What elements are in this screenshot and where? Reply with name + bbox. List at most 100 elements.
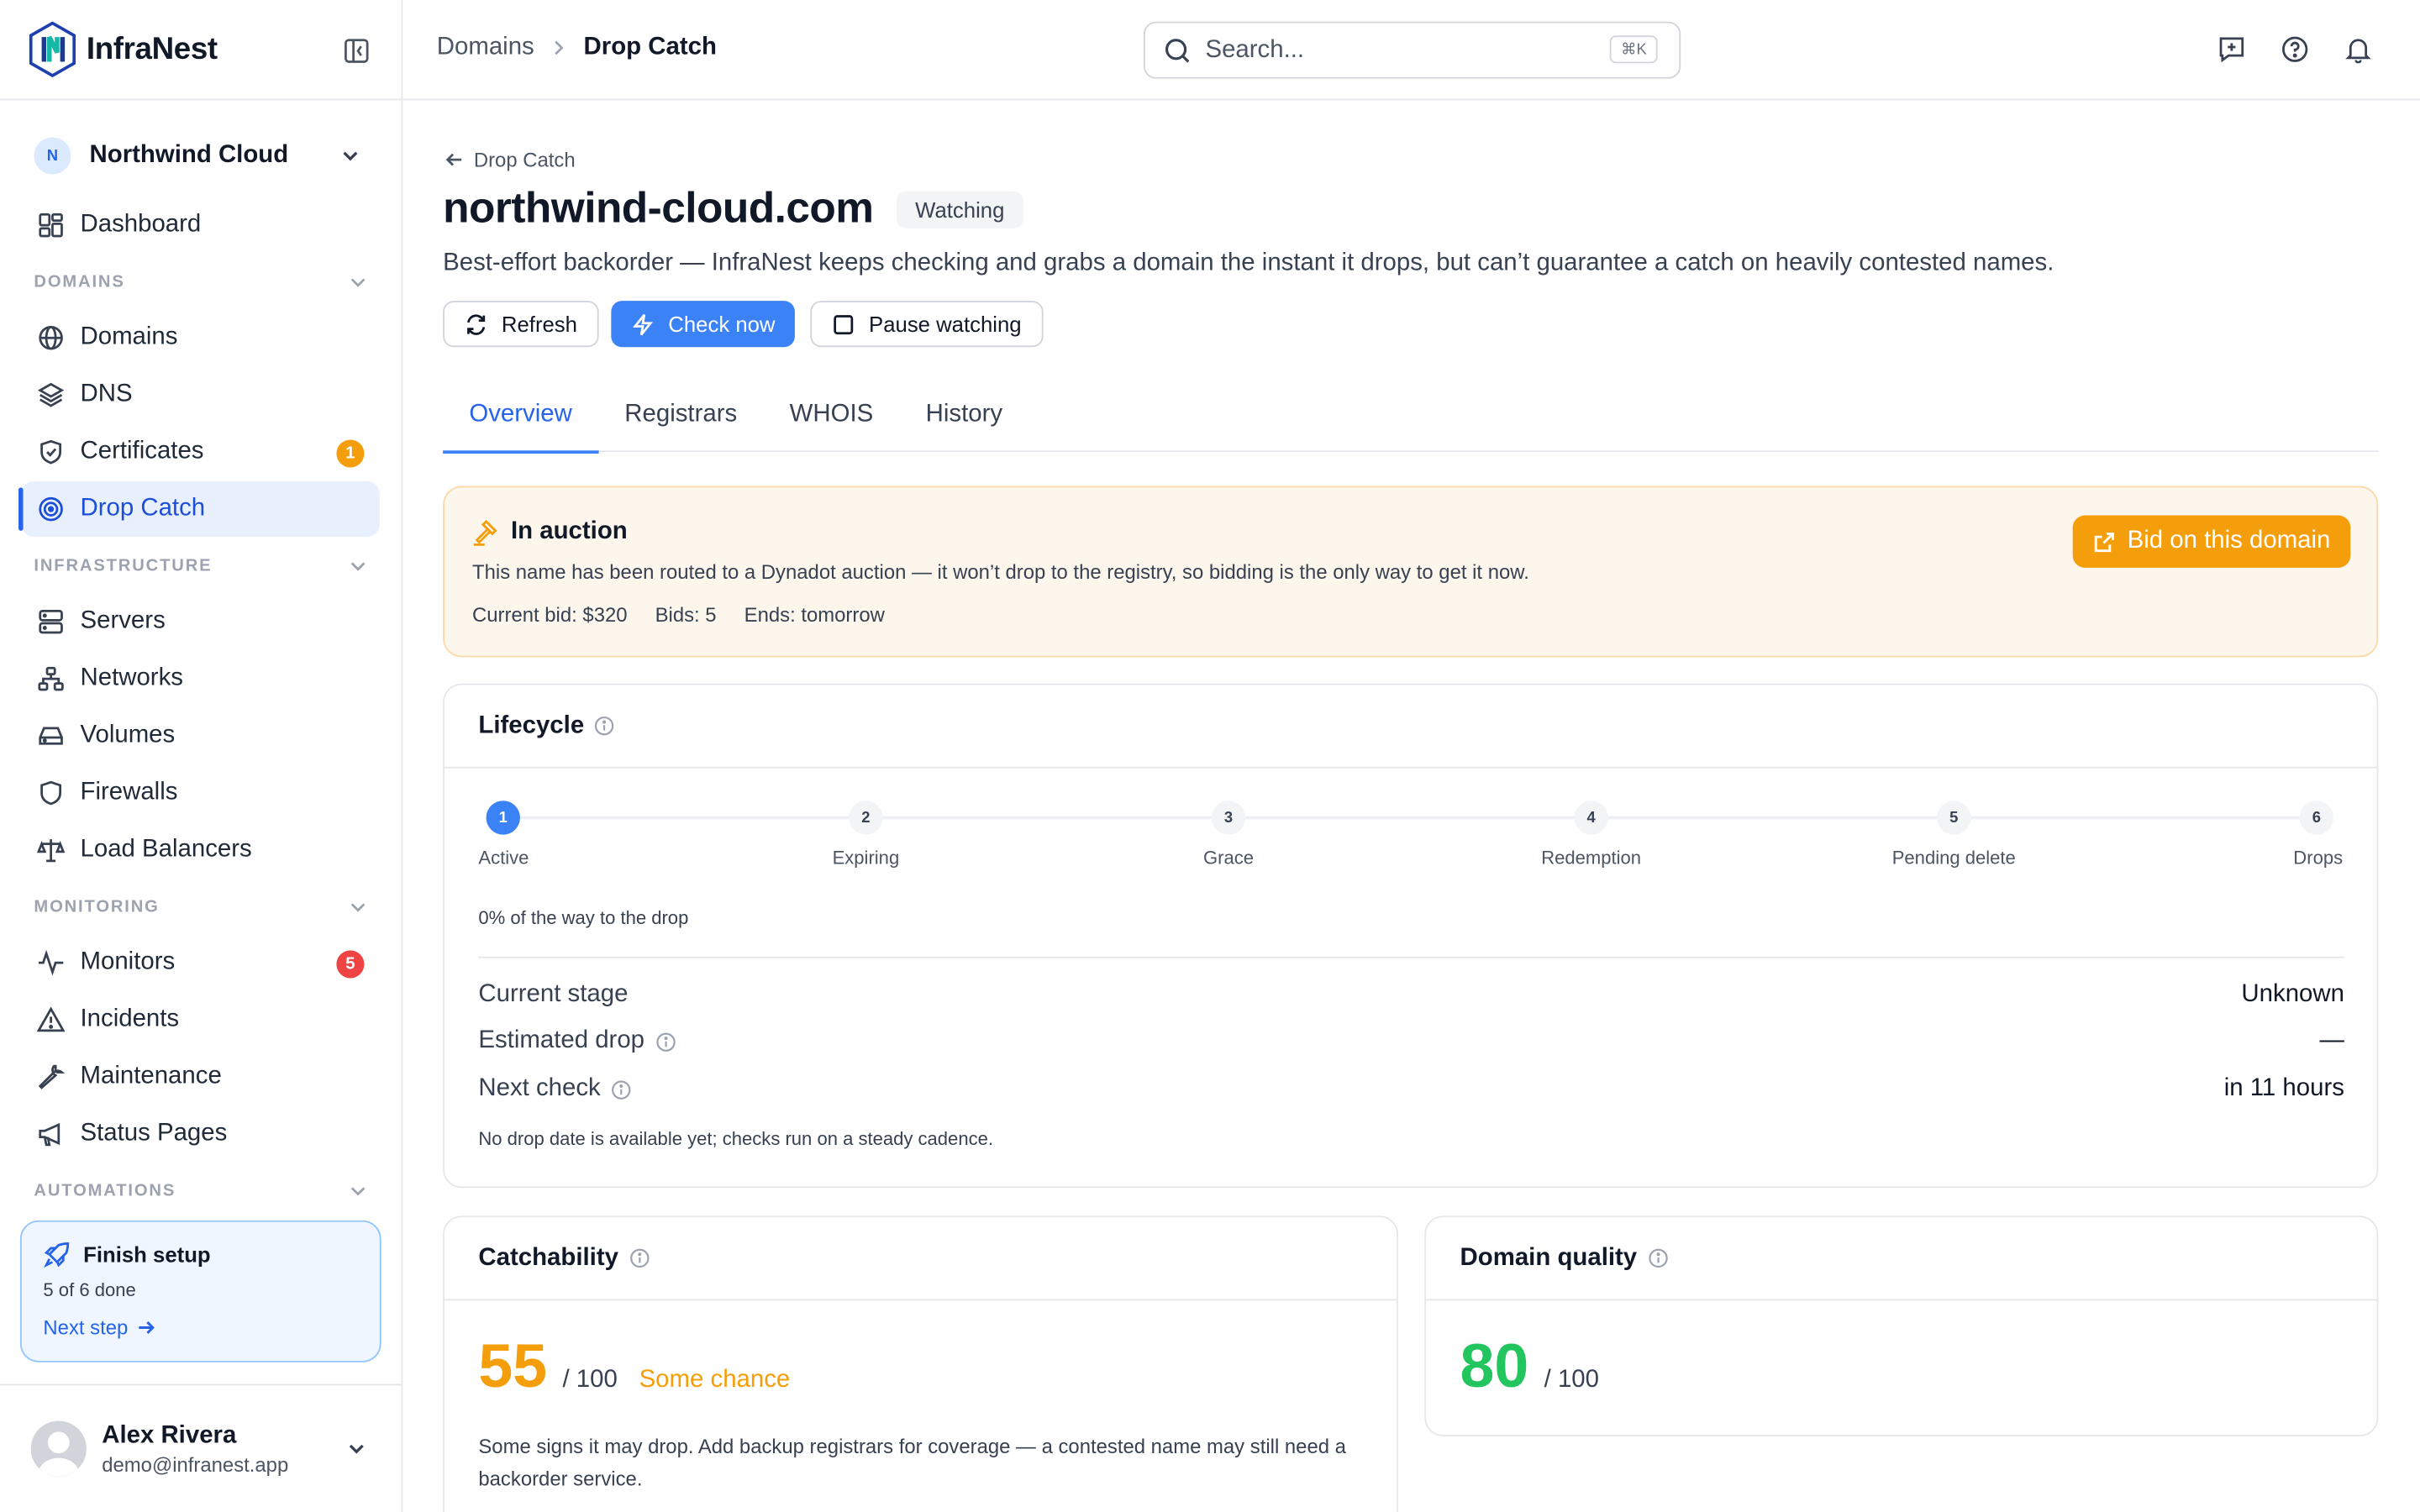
catchability-header: Catchability — [444, 1217, 1397, 1301]
chevron-down-icon — [350, 903, 366, 912]
certificates-count-badge: 1 — [336, 439, 365, 468]
tab-registrars[interactable]: Registrars — [598, 378, 763, 452]
nav-section-monitoring[interactable]: MONITORING — [22, 879, 380, 935]
org-name: Northwind Cloud — [89, 141, 289, 169]
breadcrumb-domains[interactable]: Domains — [437, 34, 534, 61]
sidebar-item-label: Domains — [80, 323, 178, 350]
target-icon — [39, 496, 63, 522]
lifecycle-step: 4 — [1574, 801, 1608, 835]
pause-watching-label: Pause watching — [869, 312, 1022, 337]
nav-section-infrastructure[interactable]: INFRASTRUCTURE — [22, 538, 380, 594]
catchability-title: Catchability — [478, 1244, 618, 1271]
next-check-key: Next check — [478, 1075, 631, 1103]
chevron-down-icon — [343, 151, 358, 161]
search-input[interactable]: Search... ⌘K — [1143, 21, 1681, 79]
network-icon — [38, 666, 64, 691]
megaphone-icon — [39, 1122, 60, 1147]
user-name: Alex Rivera — [102, 1421, 237, 1448]
info-icon[interactable] — [1648, 1248, 1668, 1268]
info-icon[interactable] — [655, 1032, 676, 1052]
lifecycle-step-label: Expiring — [832, 847, 900, 869]
current-stage-label: Current stage — [478, 981, 629, 1008]
bell-icon[interactable] — [2344, 35, 2372, 64]
next-step-link[interactable]: Next step — [43, 1315, 358, 1340]
refresh-label: Refresh — [501, 312, 577, 337]
nav-section-automations[interactable]: AUTOMATIONS — [22, 1163, 380, 1197]
lifecycle-step-label: Redemption — [1541, 847, 1642, 869]
search-shortcut: ⌘K — [1610, 35, 1658, 64]
topbar: Domains Drop Catch Search... ⌘K — [402, 0, 2420, 101]
search-icon — [1165, 38, 1190, 62]
pause-watching-button[interactable]: Pause watching — [810, 301, 1044, 348]
sidebar-item-incidents[interactable]: Incidents — [22, 992, 380, 1047]
sidebar-item-networks[interactable]: Networks — [22, 651, 380, 706]
arrow-right-icon — [139, 1321, 155, 1334]
sidebar-item-maintenance[interactable]: Maintenance — [22, 1049, 380, 1105]
avatar — [30, 1420, 87, 1477]
info-icon[interactable] — [612, 1079, 632, 1100]
chevron-down-icon — [350, 562, 366, 571]
domain-quality-score: 80 / 100 — [1460, 1333, 1599, 1403]
sidebar-nav: Dashboard DOMAINS Domains DNS Certificat… — [0, 197, 402, 1197]
sidebar-item-status-pages[interactable]: Status Pages — [22, 1106, 380, 1162]
sidebar-item-drop-catch[interactable]: Drop Catch — [18, 481, 380, 538]
sidebar-item-label: Monitors — [80, 948, 176, 975]
lifecycle-step: 2 — [849, 801, 883, 835]
lifecycle-progress-text: 0% of the way to the drop — [478, 906, 689, 929]
info-icon[interactable] — [629, 1248, 650, 1268]
arrow-left-icon — [445, 153, 462, 166]
feedback-icon[interactable] — [2217, 35, 2245, 63]
catchability-score-value: 55 — [478, 1332, 548, 1401]
brand: InfraNest — [0, 0, 402, 101]
collapse-sidebar-icon[interactable] — [343, 37, 371, 65]
refresh-button[interactable]: Refresh — [443, 301, 599, 348]
chevron-down-icon — [350, 278, 366, 287]
shield-check-icon — [40, 439, 62, 465]
sidebar-item-label: Networks — [80, 664, 183, 691]
lifecycle-step-label: Active — [478, 847, 529, 869]
domain-quality-score-value: 80 — [1460, 1332, 1529, 1401]
sidebar: InfraNest N Northwind Cloud Dashboard DO… — [0, 0, 403, 1512]
layers-icon — [37, 382, 65, 407]
sidebar-item-firewalls[interactable]: Firewalls — [22, 765, 380, 821]
tab-history[interactable]: History — [899, 378, 1028, 452]
lifecycle-step-label: Grace — [1202, 847, 1255, 869]
chevron-down-icon — [349, 1444, 364, 1454]
sidebar-item-certificates[interactable]: Certificates 1 — [22, 424, 380, 480]
sidebar-item-label: DNS — [80, 381, 133, 407]
next-step-label: Next step — [43, 1315, 129, 1340]
org-switcher[interactable]: N Northwind Cloud — [22, 128, 380, 183]
current-stage-row: Current stage Unknown — [478, 981, 2344, 1009]
sidebar-item-monitors[interactable]: Monitors 5 — [22, 935, 380, 990]
domain-quality-card: Domain quality 80 / 100 — [1424, 1215, 2379, 1436]
main-content: Drop Catch northwind-cloud.com Watching … — [402, 100, 2420, 1512]
section-label: DOMAINS — [34, 273, 125, 292]
catchability-score-label: Some chance — [639, 1367, 791, 1394]
check-now-button[interactable]: Check now — [611, 301, 796, 348]
auction-banner: In auction This name has been routed to … — [443, 486, 2379, 658]
auction-title: In auction — [472, 518, 628, 546]
divider — [478, 956, 2344, 958]
info-icon[interactable] — [595, 716, 615, 736]
sidebar-item-servers[interactable]: Servers — [22, 594, 380, 649]
help-icon[interactable] — [2281, 35, 2309, 63]
globe-icon — [39, 326, 63, 350]
back-link[interactable]: Drop Catch — [445, 148, 576, 171]
sidebar-item-volumes[interactable]: Volumes — [22, 708, 380, 764]
shield-icon — [40, 780, 62, 806]
sidebar-item-dns[interactable]: DNS — [22, 367, 380, 423]
sidebar-item-domains[interactable]: Domains — [22, 310, 380, 365]
gavel-icon — [473, 519, 497, 546]
sidebar-item-label: Load Balancers — [80, 836, 252, 863]
nav-section-domains[interactable]: DOMAINS — [22, 255, 380, 310]
back-link-label: Drop Catch — [473, 148, 576, 171]
bid-on-domain-button[interactable]: Bid on this domain — [2073, 515, 2351, 568]
user-menu[interactable]: Alex Rivera demo@infranest.app — [0, 1383, 402, 1512]
breadcrumb: Domains Drop Catch — [437, 34, 717, 61]
auction-title-text: In auction — [510, 518, 628, 545]
tab-overview[interactable]: Overview — [443, 378, 598, 454]
sidebar-item-load-balancers[interactable]: Load Balancers — [22, 822, 380, 878]
rocket-icon — [44, 1242, 70, 1268]
sidebar-item-dashboard[interactable]: Dashboard — [22, 197, 380, 253]
tab-whois[interactable]: WHOIS — [763, 378, 899, 452]
